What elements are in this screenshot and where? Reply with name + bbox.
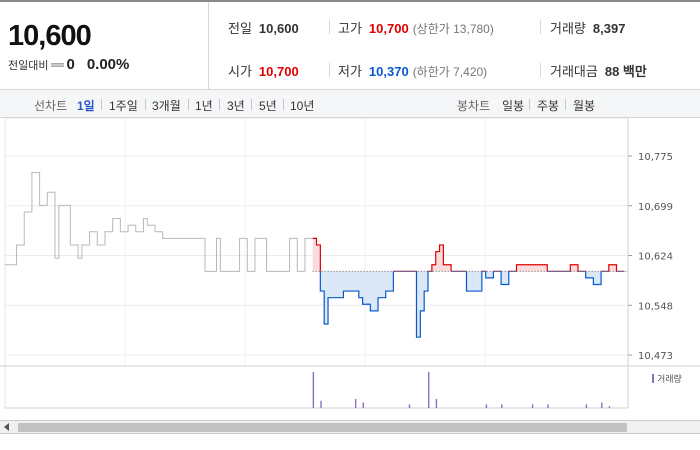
stat-low: 저가 10,370 (하한가 7,420) [338, 61, 487, 80]
divider [101, 99, 102, 110]
volume-bar [312, 372, 315, 408]
volume-bar [608, 406, 611, 408]
price-panel: 10,600 전일대비 0 0.00% [0, 2, 209, 90]
prev-day-line [5, 171, 313, 272]
range-option-1y[interactable]: 1년 [195, 97, 213, 114]
volume-bar [585, 404, 588, 408]
line-chart-title: 선차트 [34, 99, 68, 113]
divider [283, 99, 284, 110]
change-rate: 0.00% [86, 56, 130, 73]
divider [540, 20, 541, 34]
volume-legend-label: 거래량 [657, 373, 682, 385]
divider [219, 99, 220, 110]
range-option-3m[interactable]: 3개월 [152, 97, 181, 114]
stat-label: 거래량 [550, 21, 586, 36]
stat-open: 시가 10,700 [228, 61, 299, 80]
stat-value: 88 백만 [604, 64, 647, 79]
change-value: 0 [66, 56, 75, 73]
volume-bar [501, 404, 503, 408]
candle-chart-title: 봉차트 [457, 99, 491, 113]
range-option-1d[interactable]: 1일 [77, 97, 95, 114]
volume-bar [485, 404, 488, 408]
y-tick-label: 10,548 [638, 301, 673, 312]
volume-bar [408, 404, 411, 408]
y-tick-label: 10,775 [638, 152, 673, 163]
divider [565, 99, 566, 110]
divider [251, 99, 252, 110]
candle-option-monthly[interactable]: 월봉 [573, 97, 595, 114]
flat-icon [51, 62, 65, 67]
upper-limit: (상한가 13,780) [412, 22, 494, 36]
y-tick-label: 10,624 [638, 252, 673, 263]
chart-range-bar: 선차트 1일 1주일 3개월 1년 3년 5년 10년 봉차트 일봉 주봉 월봉 [0, 90, 700, 118]
candle-option-daily[interactable]: 일봉 [502, 97, 524, 114]
stat-value: 10,700 [368, 21, 409, 36]
divider [329, 63, 330, 77]
change-row: 전일대비 0 0.00% [8, 56, 129, 73]
stat-value: 10,600 [258, 21, 299, 36]
y-axis: 10,775 10,699 10,624 10,548 10,473 [638, 152, 673, 362]
stat-amount: 거래대금 88 백만 [550, 61, 647, 80]
stat-label: 시가 [228, 64, 252, 79]
divider [188, 99, 189, 110]
chart-fills [312, 238, 625, 338]
stat-high: 고가 10,700 (상한가 13,780) [338, 18, 494, 37]
volume-bar [435, 399, 438, 408]
stat-label: 거래대금 [550, 64, 598, 79]
volume-bar [531, 404, 534, 408]
lower-limit: (하한가 7,420) [412, 65, 488, 79]
volume-bar [362, 402, 365, 408]
volume-bar [320, 400, 322, 408]
stat-value: 10,700 [258, 64, 299, 79]
stat-label: 고가 [338, 21, 362, 36]
stat-value: 8,397 [592, 21, 626, 36]
volume-bar [428, 372, 430, 408]
down-area [312, 271, 625, 338]
volume-bar [601, 402, 603, 408]
scrollbar-thumb[interactable] [18, 423, 627, 432]
volume-panel: 거래량 [0, 365, 700, 409]
stat-value: 10,370 [368, 64, 409, 79]
range-option-1w[interactable]: 1주일 [109, 97, 138, 114]
divider [329, 20, 330, 34]
stat-label: 전일 [228, 21, 252, 36]
stat-label: 저가 [338, 64, 362, 79]
divider [145, 99, 146, 110]
change-label: 전일대비 [8, 59, 49, 72]
stat-volume: 거래량 8,397 [550, 18, 625, 37]
y-tick-label: 10,473 [638, 351, 673, 362]
quote-summary: 10,600 전일대비 0 0.00% 전일 10,600 고가 10,700 (상한… [0, 0, 700, 90]
volume-legend-swatch [652, 374, 654, 383]
range-option-5y[interactable]: 5년 [259, 97, 277, 114]
stat-prev-close: 전일 10,600 [228, 18, 299, 37]
volume-bar [354, 399, 357, 408]
y-tick-label: 10,699 [638, 202, 673, 213]
volume-bar [547, 404, 549, 408]
candle-option-weekly[interactable]: 주봉 [537, 97, 559, 114]
range-option-3y[interactable]: 3년 [227, 97, 245, 114]
intraday-chart[interactable]: 10,775 10,699 10,624 10,548 10,473 거래량 [0, 118, 700, 420]
divider [540, 63, 541, 77]
current-price: 10,600 [8, 20, 92, 52]
divider [529, 99, 530, 110]
range-option-10y[interactable]: 10년 [290, 97, 314, 114]
chart-scrollbar[interactable] [0, 420, 700, 434]
arrow-left-icon[interactable] [4, 423, 9, 431]
